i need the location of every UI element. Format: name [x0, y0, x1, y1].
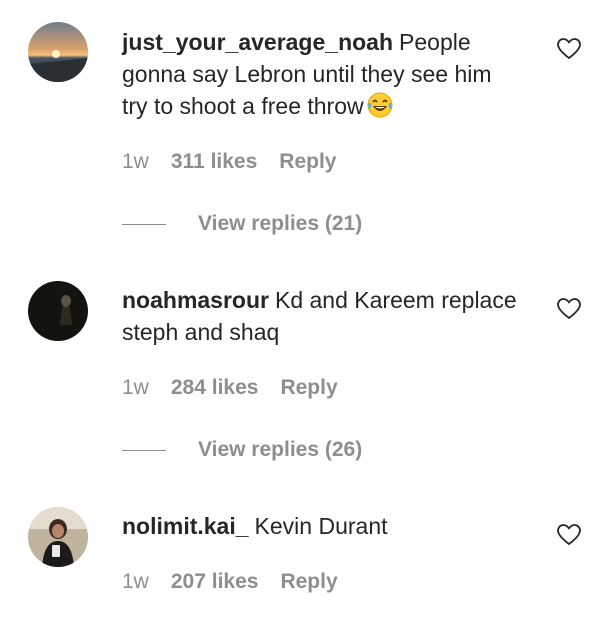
tears-of-joy-emoji-icon [366, 91, 394, 127]
avatar[interactable] [28, 507, 88, 567]
comment-username[interactable]: noahmasrour [122, 287, 269, 313]
avatar[interactable] [28, 281, 88, 341]
likes-count[interactable]: 207 likes [171, 570, 259, 594]
view-replies-button[interactable]: View replies (21) [198, 212, 362, 236]
comment-meta: 1w 284 likes Reply [122, 376, 338, 400]
comment-body: nolimit.kai_ Kevin Durant [122, 510, 522, 542]
view-replies[interactable]: View replies (26) [122, 438, 362, 462]
comment-username[interactable]: nolimit.kai_ [122, 513, 249, 539]
divider-line [122, 223, 166, 225]
reply-button[interactable]: Reply [280, 570, 337, 594]
heart-outline-icon[interactable] [557, 38, 581, 60]
likes-count[interactable]: 284 likes [171, 376, 259, 400]
comment-body: just_your_average_noah People gonna say L… [122, 26, 522, 127]
view-replies-button[interactable]: View replies (26) [198, 438, 362, 462]
heart-outline-icon[interactable] [557, 298, 581, 320]
reply-button[interactable]: Reply [279, 150, 336, 174]
view-replies[interactable]: View replies (21) [122, 212, 362, 236]
comment-username[interactable]: just_your_average_noah [122, 29, 393, 55]
comment-text: Kevin Durant [254, 513, 388, 539]
heart-outline-icon[interactable] [557, 524, 581, 546]
avatar[interactable] [28, 22, 88, 82]
reply-button[interactable]: Reply [280, 376, 337, 400]
likes-count[interactable]: 311 likes [171, 150, 257, 174]
comment-timestamp[interactable]: 1w [122, 376, 149, 400]
comment-meta: 1w 207 likes Reply [122, 570, 338, 594]
divider-line [122, 449, 166, 451]
comment-meta: 1w 311 likes Reply [122, 150, 336, 174]
comment-timestamp[interactable]: 1w [122, 570, 149, 594]
comment-body: noahmasrour Kd and Kareem replace steph a… [122, 284, 522, 348]
comment-timestamp[interactable]: 1w [122, 150, 149, 174]
